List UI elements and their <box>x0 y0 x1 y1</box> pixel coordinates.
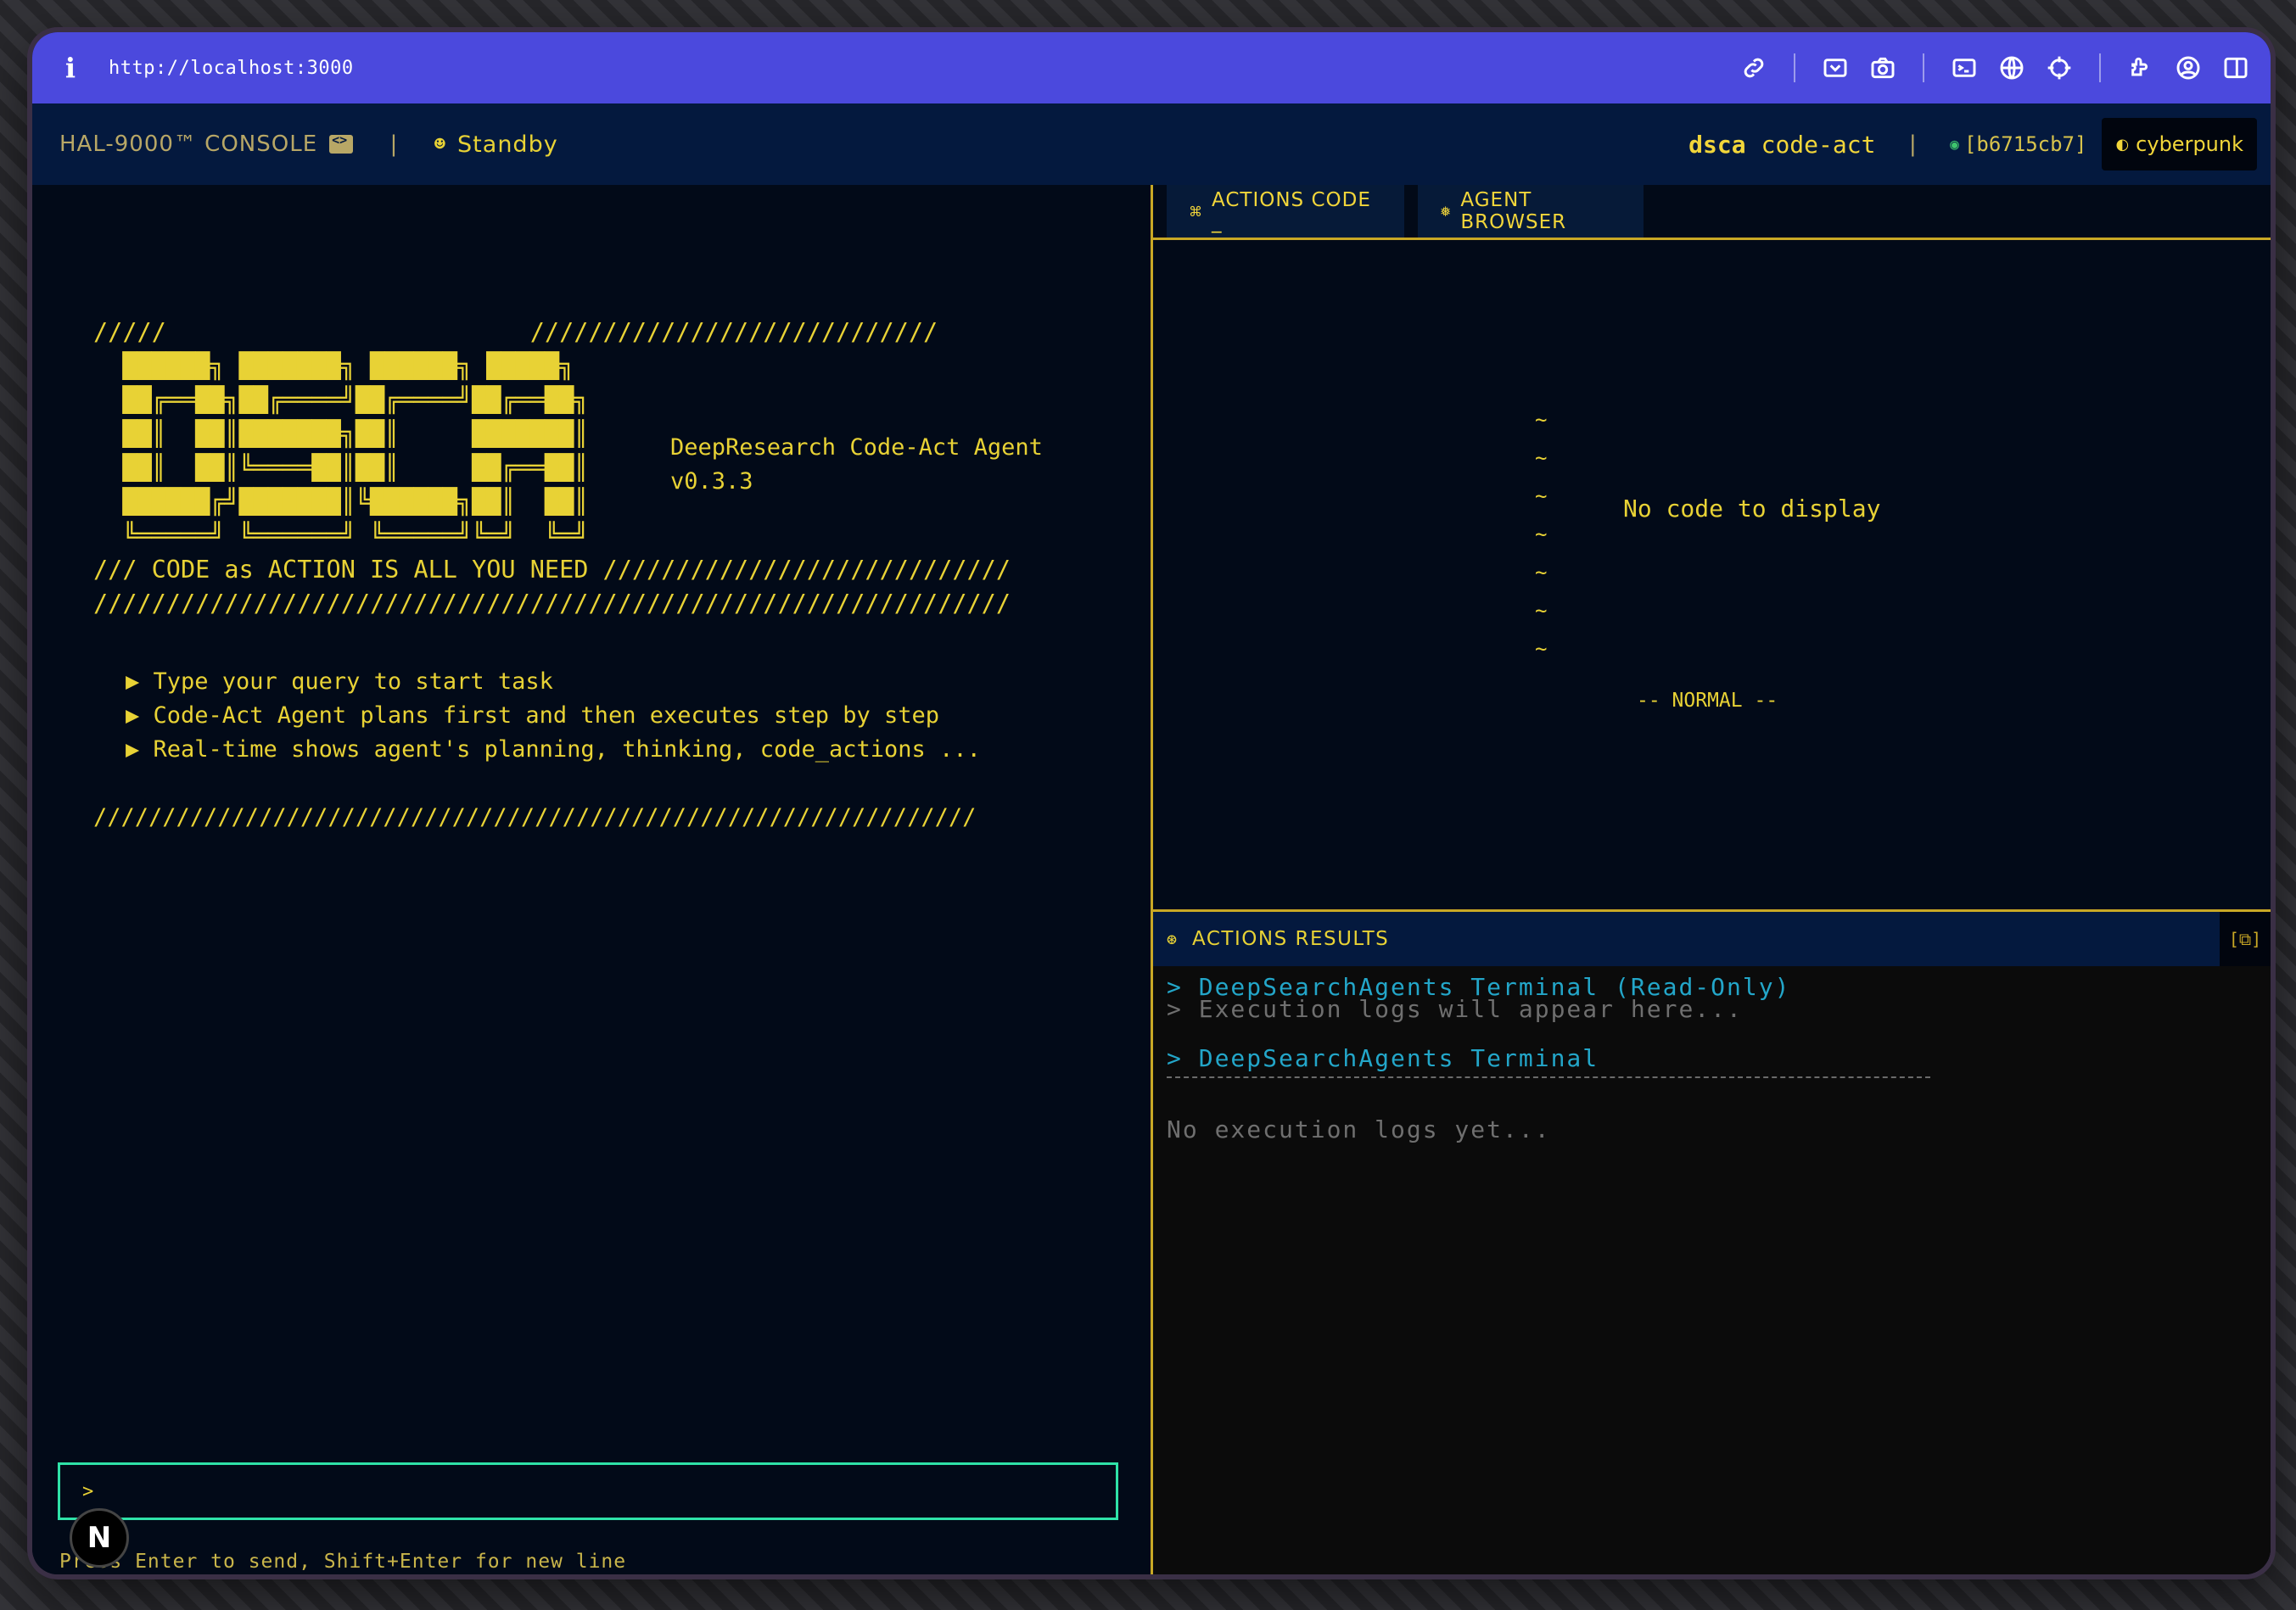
theme-label: cyberpunk <box>2136 132 2243 156</box>
header-separator: | <box>387 131 400 157</box>
results-title: ACTIONS RESULTS <box>1192 928 1390 950</box>
app-name: dsca <box>1688 130 1746 159</box>
toolbar-icons <box>1738 32 2252 103</box>
agent-version: v0.3.3 <box>670 468 753 495</box>
terminal-icon[interactable] <box>1948 52 1980 84</box>
commit-hash: [b6715cb7] <box>1963 132 2087 156</box>
command-icon: ⌘ <box>1189 203 1203 220</box>
tab-label: ACTIONS CODE _ <box>1212 189 1371 233</box>
code-icon <box>329 132 354 154</box>
copy-button[interactable]: [⧉] <box>2220 912 2271 966</box>
terminal-empty: No execution logs yet... <box>1167 1115 1551 1143</box>
crosshair-icon[interactable] <box>2043 52 2075 84</box>
query-input-box[interactable]: > <box>58 1462 1118 1520</box>
toolbar-separator <box>1923 53 1924 82</box>
info-icon[interactable]: i <box>58 52 83 84</box>
bullet-item: ▶ Code-Act Agent plans first and then ex… <box>126 702 940 729</box>
terminal-output: > DeepSearchAgents Terminal (Read-Only) … <box>1153 966 2271 1574</box>
theme-icon: ◐ <box>2115 135 2130 154</box>
browser-window: i http://localhost:3000 HAL-9000™ CONSOL… <box>32 32 2271 1574</box>
bottom-rule: ////////////////////////////////////////… <box>93 804 977 830</box>
editor-mode: -- NORMAL -- <box>1637 690 1778 712</box>
sidebar-icon[interactable] <box>2220 52 2252 84</box>
tab-actions-code[interactable]: ⌘ ACTIONS CODE _ <box>1167 185 1404 238</box>
brand-title: HAL-9000™ CONSOLE <box>59 131 318 157</box>
header-right: dsca code-act | ◉ [b6715cb7] ◐ cyberpunk <box>1688 103 2257 185</box>
theme-button[interactable]: ◐ cyberpunk <box>2102 118 2257 171</box>
status-icon: ☻ <box>434 133 446 155</box>
query-input[interactable] <box>105 1479 1085 1504</box>
app-header: HAL-9000™ CONSOLE | ☻ Standby dsca code-… <box>32 103 2271 187</box>
toolbar-separator <box>1794 53 1795 82</box>
code-viewer: ~ ~ ~ ~ ~ ~ ~ No code to display -- NORM… <box>1153 240 2271 876</box>
camera-icon[interactable] <box>1867 52 1899 84</box>
link-icon[interactable] <box>1738 52 1770 84</box>
input-prompt: > <box>82 1480 94 1502</box>
globe-icon[interactable] <box>1996 52 2028 84</box>
url-bar[interactable]: http://localhost:3000 <box>109 58 354 79</box>
bullet-item: ▶ Real-time shows agent's planning, thin… <box>126 736 981 763</box>
welcome-bullets: ▶ Type your query to start task ▶ Code-A… <box>93 665 981 835</box>
tab-label: AGENT BROWSER <box>1460 189 1567 233</box>
agent-name: DeepResearch Code-Act Agent <box>670 434 1043 461</box>
empty-code-message: No code to display <box>1623 495 1881 523</box>
screen-capture-icon[interactable] <box>1819 52 1851 84</box>
extensions-icon[interactable] <box>2125 52 2157 84</box>
actions-panel: ⌘ ACTIONS CODE _ ❅ AGENT BROWSER ~ ~ ~ ~… <box>1153 185 2271 1574</box>
editor-tildes: ~ ~ ~ ~ ~ ~ ~ <box>1535 408 1548 661</box>
agent-info: DeepResearch Code-Act Agent v0.3.3 <box>670 431 1043 499</box>
profile-icon[interactable] <box>2172 52 2204 84</box>
chat-panel: ///// //////////////////////////// █████… <box>32 185 1153 1574</box>
nextjs-badge[interactable]: N <box>70 1508 129 1568</box>
input-hint: Press Enter to send, Shift+Enter for new… <box>59 1551 627 1573</box>
status-text: Standby <box>457 131 558 158</box>
terminal-line: > DeepSearchAgents Terminal <box>1167 1044 1599 1072</box>
browser-toolbar: i http://localhost:3000 <box>32 32 2271 103</box>
snowflake-icon: ❅ <box>1440 203 1453 220</box>
bullet-item: ▶ Type your query to start task <box>126 668 553 695</box>
header-separator: | <box>1906 131 1920 157</box>
toolbar-separator <box>2099 53 2101 82</box>
tab-agent-browser[interactable]: ❅ AGENT BROWSER <box>1418 185 1644 238</box>
results-icon: ⊛ <box>1167 929 1178 949</box>
terminal-divider <box>1167 1076 1930 1078</box>
app-mode: code-act <box>1761 130 1876 159</box>
terminal-line: > Execution logs will appear here... <box>1167 995 1743 1023</box>
commit-status-icon: ◉ <box>1950 135 1959 154</box>
panel-tabs: ⌘ ACTIONS CODE _ ❅ AGENT BROWSER <box>1153 185 2271 240</box>
results-header: ⊛ ACTIONS RESULTS [⧉] <box>1153 909 2271 969</box>
